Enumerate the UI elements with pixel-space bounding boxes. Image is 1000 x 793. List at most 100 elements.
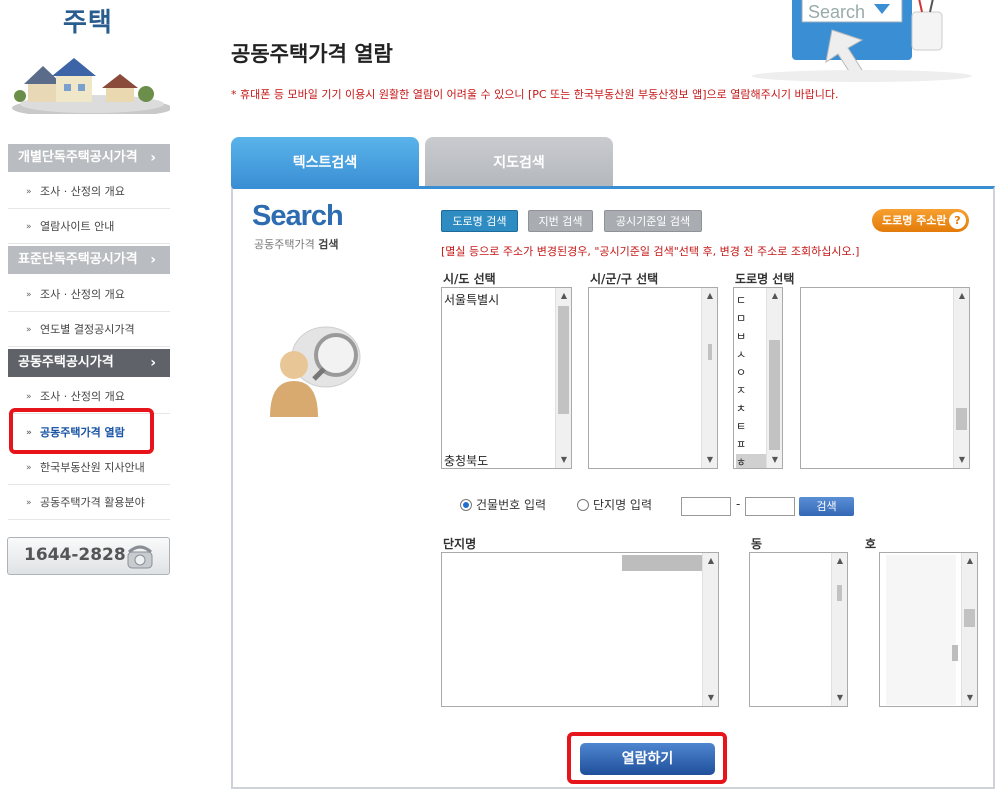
find-button[interactable]: 검색	[799, 497, 854, 516]
scroll-up-icon[interactable]: ▲	[832, 553, 847, 569]
sigungu-listbox[interactable]: ▲ ▼	[588, 287, 718, 469]
radio-building-number[interactable]: 건물번호 입력	[460, 496, 546, 513]
radio-unchecked-icon[interactable]	[577, 499, 589, 511]
sidebar-head-label: 표준단독주택공시가격	[18, 252, 138, 267]
sidebar-head-standard[interactable]: 표준단독주택공시가격 ›	[8, 246, 170, 274]
initial-option[interactable]: ㅂ	[736, 328, 746, 344]
scroll-up-icon[interactable]: ▲	[767, 288, 782, 304]
scroll-thumb[interactable]	[769, 340, 780, 450]
road-search-button[interactable]: 도로명 검색	[441, 210, 518, 232]
initial-option[interactable]: ㅅ	[736, 346, 746, 362]
sidebar-item-label: 열람사이트 안내	[40, 220, 115, 233]
initial-option[interactable]: ㅊ	[736, 400, 746, 416]
ho-options-area	[886, 555, 956, 705]
scroll-thumb[interactable]	[708, 344, 712, 360]
search-subtitle-normal: 공동주택가격	[254, 238, 315, 251]
sido-label: 시/도 선택	[443, 272, 496, 286]
search-decoration-illustration: Search	[752, 0, 972, 82]
search-logo: Search	[252, 200, 344, 232]
sidebar-item-standard-overview[interactable]: » 조사 · 산정의 개요	[8, 278, 170, 312]
sidebar-item-individual-overview[interactable]: » 조사 · 산정의 개요	[8, 175, 170, 209]
sidebar-item-branch-guide[interactable]: » 한국부동산원 지사안내	[8, 451, 170, 485]
sigungu-label: 시/군/구 선택	[590, 272, 659, 286]
initial-scrollbar[interactable]: ▲ ▼	[766, 288, 782, 468]
sidebar-item-site-guide[interactable]: » 열람사이트 안내	[8, 210, 170, 244]
initial-option[interactable]: ㅁ	[736, 310, 746, 326]
scroll-up-icon[interactable]: ▲	[962, 553, 977, 569]
initial-option[interactable]: ㄷ	[736, 292, 746, 308]
scroll-down-icon[interactable]: ▼	[954, 452, 969, 468]
deco-search-text: Search	[808, 2, 865, 22]
radio-complex-label: 단지명 입력	[593, 498, 653, 512]
base-date-search-button[interactable]: 공시기준일 검색	[604, 210, 702, 232]
initial-option-selected[interactable]: ㅎ	[736, 454, 766, 468]
sidebar-item-yearly-price[interactable]: » 연도별 결정공시가격	[8, 313, 170, 347]
initial-option[interactable]: ㅈ	[736, 382, 746, 398]
road-initial-listbox[interactable]: ㄷ ㅁ ㅂ ㅅ ㅇ ㅈ ㅊ ㅌ ㅍ ㅎ ▲ ▼	[733, 287, 783, 469]
tab-text-search[interactable]: 텍스트검색	[231, 137, 419, 187]
sidebar: 주택 개별단독주택공시가격 › » 조사 · 산정의 개요 » 열람사이트 안내…	[0, 0, 175, 793]
initial-option[interactable]: ㅌ	[736, 418, 746, 434]
road-name-scrollbar[interactable]: ▲ ▼	[953, 288, 969, 468]
sidebar-head-apartment[interactable]: 공동주택공시가격 ›	[8, 349, 170, 377]
complex-scrollbar[interactable]: ▲ ▼	[702, 553, 718, 706]
scroll-thumb[interactable]	[956, 408, 967, 430]
sidebar-item-label: 연도별 결정공시가격	[40, 323, 135, 336]
sido-option-first[interactable]: 서울특별시	[444, 291, 499, 308]
road-address-button[interactable]: 도로명 주소란 ?	[872, 209, 969, 232]
dong-scrollbar[interactable]: ▲ ▼	[831, 553, 847, 706]
initial-option[interactable]: ㅍ	[736, 436, 746, 452]
sidebar-item-label: 한국부동산원 지사안내	[40, 461, 145, 474]
scroll-up-icon[interactable]: ▲	[556, 288, 571, 304]
scroll-thumb[interactable]	[558, 306, 569, 414]
jibun-search-button[interactable]: 지번 검색	[528, 210, 593, 232]
scroll-down-icon[interactable]: ▼	[962, 690, 977, 706]
radio-complex-name[interactable]: 단지명 입력	[577, 496, 652, 513]
page-title: 공동주택가격 열람	[231, 42, 393, 66]
scroll-up-icon[interactable]: ▲	[954, 288, 969, 304]
ho-scrollbar[interactable]: ▲ ▼	[961, 553, 977, 706]
phone-number: 1644-2828	[24, 545, 126, 565]
bullet-icon: »	[26, 463, 32, 473]
houses-illustration	[12, 58, 170, 114]
sidebar-head-label: 개별단독주택공시가격	[18, 150, 138, 165]
sido-listbox[interactable]: 서울특별시 충청북도 ▲ ▼	[441, 287, 572, 469]
radio-checked-icon[interactable]	[460, 499, 472, 511]
complex-listbox[interactable]: ▲ ▼	[441, 552, 719, 707]
scroll-down-icon[interactable]: ▼	[702, 452, 717, 468]
scroll-thumb[interactable]	[837, 585, 842, 601]
sidebar-item-label: 공동주택가격 활용분야	[40, 496, 145, 509]
sidebar-item-usage[interactable]: » 공동주택가격 활용분야	[8, 486, 170, 520]
sigungu-scrollbar[interactable]: ▲ ▼	[701, 288, 717, 468]
bullet-icon: »	[26, 290, 32, 300]
scroll-down-icon[interactable]: ▼	[556, 452, 571, 468]
sidebar-head-individual[interactable]: 개별단독주택공시가격 ›	[8, 144, 170, 172]
highlight-frame	[9, 408, 154, 454]
mobile-notice: * 휴대폰 등 모바일 기기 이용시 원활한 열람이 어려울 수 있으니 [PC…	[231, 88, 839, 101]
sido-scrollbar[interactable]: ▲ ▼	[555, 288, 571, 468]
complex-option-overflow	[622, 555, 702, 571]
sidebar-item-label: 조사 · 산정의 개요	[40, 288, 125, 301]
road-name-listbox[interactable]: ▲ ▼	[800, 287, 970, 469]
ho-listbox[interactable]: ▲ ▼	[879, 552, 978, 707]
scroll-up-icon[interactable]: ▲	[703, 553, 718, 569]
scroll-down-icon[interactable]: ▼	[767, 452, 782, 468]
initial-option[interactable]: ㅇ	[736, 364, 746, 380]
sido-option-last[interactable]: 충청북도	[444, 452, 488, 468]
number-separator: -	[736, 497, 741, 511]
dong-listbox[interactable]: ▲ ▼	[749, 552, 848, 707]
building-main-number-input[interactable]	[681, 497, 731, 516]
complex-name-label: 단지명	[443, 537, 477, 551]
building-sub-number-input[interactable]	[745, 497, 795, 516]
address-change-hint: [멸실 등으로 주소가 변경된경우, "공시기준일 검색"선택 후, 변경 전 …	[441, 245, 860, 258]
sidebar-title: 주택	[63, 8, 113, 38]
radio-building-label: 건물번호 입력	[476, 498, 547, 512]
road-address-label: 도로명 주소란	[882, 214, 947, 227]
sidebar-item-label: 조사 · 산정의 개요	[40, 390, 125, 403]
scroll-up-icon[interactable]: ▲	[702, 288, 717, 304]
scroll-down-icon[interactable]: ▼	[832, 690, 847, 706]
scroll-thumb[interactable]	[964, 609, 975, 627]
tab-map-search[interactable]: 지도검색	[425, 137, 613, 187]
scroll-down-icon[interactable]: ▼	[703, 690, 718, 706]
search-subtitle: 공동주택가격 검색	[254, 236, 338, 252]
